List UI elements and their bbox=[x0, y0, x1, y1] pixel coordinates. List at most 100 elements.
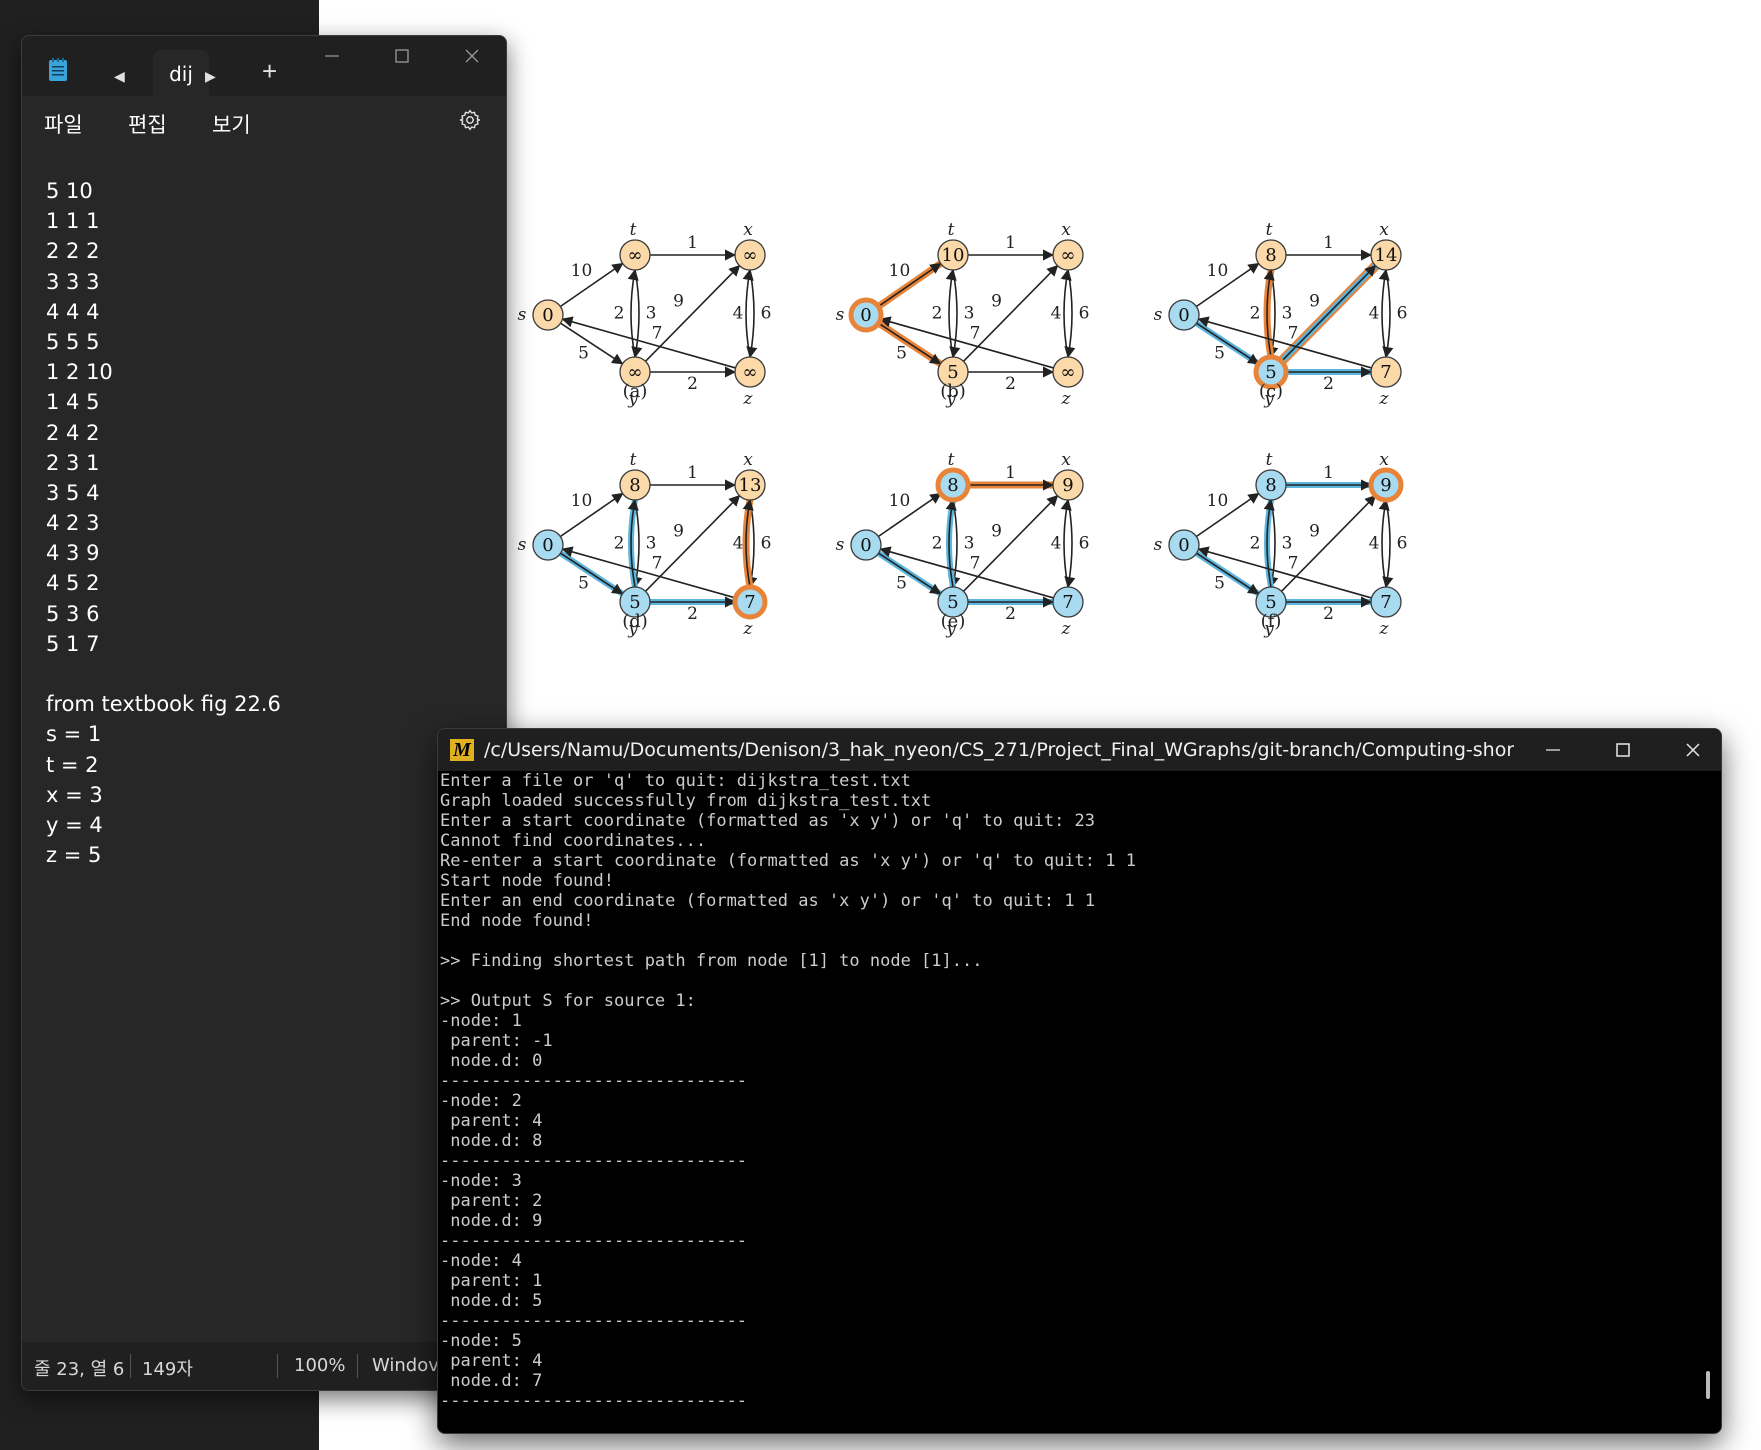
edge-weight-label: 7 bbox=[1288, 324, 1299, 344]
text-line bbox=[46, 659, 486, 689]
dijkstra-figure: 10512 3 4 69270∞ ∞∞ ∞st xy z(a)10512 3 4 6927010 ∞5… bbox=[518, 220, 1408, 639]
tab-scroll-right-icon[interactable]: ▶ bbox=[205, 66, 216, 86]
edge-weight-label: 4 bbox=[1369, 304, 1380, 324]
edge-weight-label: 7 bbox=[1288, 554, 1299, 574]
text-line: 4 4 4 bbox=[46, 299, 100, 324]
notepad-text-area[interactable]: 5 10 1 1 1 2 2 2 3 3 3 4 4 4 5 5 5 1 2 10 1 4 5… bbox=[46, 176, 486, 870]
vertex-distance-label: 7 bbox=[1380, 362, 1391, 383]
vertex-name-label: z bbox=[1061, 619, 1072, 639]
terminal-line: End node found! bbox=[440, 911, 594, 931]
tab-label[interactable]: dij bbox=[153, 62, 209, 86]
vertex-name-label: z bbox=[1379, 619, 1390, 639]
graph-edge bbox=[1378, 268, 1390, 358]
edge-weight-label: 2 bbox=[614, 304, 625, 324]
terminal-title: /c/Users/Namu/Documents/Denison/3_hak_ny… bbox=[484, 739, 1514, 761]
graph-edge bbox=[1064, 499, 1076, 589]
edge-weight-label: 1 bbox=[1005, 233, 1016, 253]
edge-weight-label: 2 bbox=[1250, 534, 1261, 554]
menu-view[interactable]: 보기 bbox=[212, 109, 251, 139]
edge-weight-label: 9 bbox=[991, 522, 1002, 542]
settings-gear-icon[interactable] bbox=[458, 108, 482, 132]
vertex-name-label: s bbox=[1154, 305, 1163, 325]
terminal-line: ------------------------------ bbox=[440, 1311, 748, 1331]
subfigure: 10512 3 4 692708 145 7st xy z(c) bbox=[1154, 220, 1408, 409]
graph-edge bbox=[1060, 498, 1072, 588]
text-line: z = 5 bbox=[46, 843, 102, 868]
text-line: y = 4 bbox=[46, 812, 103, 837]
vertex-name-label: x bbox=[1379, 220, 1389, 240]
edge-weight-label: 2 bbox=[614, 534, 625, 554]
vertex-distance-label: 8 bbox=[629, 475, 640, 496]
terminal-output[interactable]: Enter a file or 'q' to quit: dijkstra_te… bbox=[440, 771, 1690, 1431]
edge-weight-label: 10 bbox=[1207, 491, 1229, 511]
terminal-line: node.d: 9 bbox=[440, 1211, 543, 1231]
tab-scroll-left-icon[interactable]: ◀ bbox=[114, 66, 125, 86]
menu-file[interactable]: 파일 bbox=[44, 109, 83, 139]
vertex-name-label: s bbox=[518, 305, 527, 325]
edge-weight-label: 2 bbox=[1005, 604, 1016, 624]
edge-weight-label: 9 bbox=[1309, 522, 1320, 542]
edge-weight-label: 6 bbox=[761, 534, 772, 554]
edge-weight-label: 3 bbox=[646, 304, 657, 324]
minimize-button[interactable] bbox=[322, 46, 342, 66]
graph-edge bbox=[560, 322, 624, 365]
edge-weight-label: 3 bbox=[964, 304, 975, 324]
edge-weight-label: 4 bbox=[733, 534, 744, 554]
new-tab-button[interactable]: + bbox=[262, 58, 277, 84]
terminal-titlebar: M /c/Users/Namu/Documents/Denison/3_hak_… bbox=[438, 729, 1721, 771]
vertex-name-label: t bbox=[948, 450, 955, 470]
vertex-distance-label: 0 bbox=[542, 535, 553, 556]
edge-weight-label: 6 bbox=[1079, 534, 1090, 554]
terminal-minimize-button[interactable] bbox=[1543, 740, 1563, 760]
edge-weight-label: 5 bbox=[578, 574, 589, 594]
edge-weight-label: 6 bbox=[1079, 304, 1090, 324]
terminal-line: parent: 4 bbox=[440, 1351, 543, 1371]
terminal-maximize-button[interactable] bbox=[1613, 740, 1633, 760]
edge-weight-label: 1 bbox=[687, 233, 698, 253]
vertex-name-label: x bbox=[1061, 450, 1071, 470]
vertex-distance-label: 9 bbox=[1380, 475, 1391, 496]
terminal-window: M /c/Users/Namu/Documents/Denison/3_hak_… bbox=[437, 728, 1722, 1434]
vertex-name-label: s bbox=[518, 535, 527, 555]
edge-weight-label: 10 bbox=[571, 491, 593, 511]
subfigure-caption: (b) bbox=[940, 381, 966, 402]
terminal-line: Enter an end coordinate (formatted as 'x… bbox=[440, 891, 1096, 911]
edge-weight-label: 10 bbox=[889, 261, 911, 281]
terminal-line: Start node found! bbox=[440, 871, 614, 891]
edge-weight-label: 10 bbox=[571, 261, 593, 281]
terminal-line: ------------------------------ bbox=[440, 1391, 748, 1411]
edge-weight-label: 2 bbox=[687, 374, 698, 394]
maximize-button[interactable] bbox=[392, 46, 412, 66]
close-button[interactable] bbox=[462, 46, 482, 66]
graph-edge bbox=[1378, 498, 1390, 588]
graph-edge bbox=[949, 269, 961, 359]
edge-weight-label: 1 bbox=[687, 463, 698, 483]
edge-weight-label: 7 bbox=[970, 324, 981, 344]
terminal-line: ------------------------------ bbox=[440, 1151, 748, 1171]
edge-weight-label: 4 bbox=[1051, 304, 1062, 324]
notepad-statusbar: 줄 23, 열 6 149자 100% Windov bbox=[22, 1342, 506, 1390]
terminal-scrollbar[interactable] bbox=[1706, 1371, 1710, 1399]
edge-weight-label: 10 bbox=[889, 491, 911, 511]
graph-edge bbox=[945, 268, 957, 358]
graph-edge bbox=[1382, 499, 1394, 589]
notepad-menubar: 파일 편집 보기 bbox=[22, 96, 506, 142]
text-line: 5 5 5 bbox=[46, 329, 100, 354]
subfigure: 10512 3 4 69270∞ ∞∞ ∞st xy z(a) bbox=[518, 220, 772, 409]
vertex-distance-label: 0 bbox=[860, 535, 871, 556]
status-line-ending[interactable]: Windov bbox=[372, 1355, 439, 1376]
edge-weight-label: 9 bbox=[673, 522, 684, 542]
vertex-distance-label: 5 bbox=[947, 592, 958, 613]
edge-weight-label: 2 bbox=[932, 534, 943, 554]
terminal-line: -node: 3 bbox=[440, 1171, 522, 1191]
edge-weight-label: 3 bbox=[1282, 534, 1293, 554]
terminal-close-button[interactable] bbox=[1683, 740, 1703, 760]
terminal-line: Graph loaded successfully from dijkstra_… bbox=[440, 791, 932, 811]
edge-weight-label: 6 bbox=[761, 304, 772, 324]
status-zoom[interactable]: 100% bbox=[294, 1355, 345, 1376]
terminal-line: -node: 4 bbox=[440, 1251, 522, 1271]
graph-edge bbox=[560, 552, 624, 595]
menu-edit[interactable]: 편집 bbox=[128, 109, 167, 139]
vertex-distance-label: ∞ bbox=[1061, 362, 1076, 383]
